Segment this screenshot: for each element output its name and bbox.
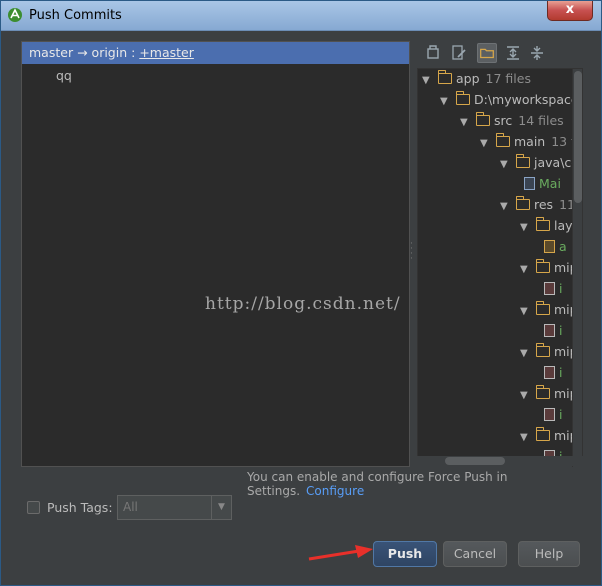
cancel-button[interactable]: Cancel: [443, 541, 507, 567]
folder-icon: [455, 91, 470, 105]
push-tags-label: Push Tags:: [47, 500, 113, 515]
folder-icon: [515, 154, 530, 168]
tree-folder-row[interactable]: ▼ D:\myworkspace\: [440, 91, 583, 112]
tags-combo-value: All: [123, 500, 138, 514]
push-commits-dialog: Push Commits x master → origin : +master…: [0, 0, 602, 586]
folder-icon: [535, 343, 550, 357]
tree-item-label: Mai: [539, 176, 561, 191]
hint-text: You can enable and configure Force Push …: [247, 470, 508, 498]
dialog-content: master → origin : +master qq · · · · ▼ a…: [7, 32, 596, 580]
expand-arrow-icon[interactable]: ▼: [422, 75, 438, 86]
image-file-icon: [544, 366, 555, 379]
folder-icon: [495, 133, 510, 147]
folder-icon: [535, 385, 550, 399]
android-studio-icon: [8, 8, 22, 22]
image-file-icon: [544, 324, 555, 337]
expand-arrow-icon[interactable]: ▼: [500, 159, 516, 170]
branch-arrow: →: [77, 45, 88, 60]
tree-item-label: i: [559, 407, 563, 422]
tree-item-label: res: [534, 197, 554, 212]
splitter-handle[interactable]: · · · ·: [410, 240, 416, 264]
expand-arrow-icon[interactable]: ▼: [520, 264, 536, 275]
tree-item-label: i: [559, 323, 563, 338]
tree-item-label: main: [514, 134, 546, 149]
folder-icon: [535, 427, 550, 441]
tree-file-row[interactable]: Mai: [524, 176, 561, 196]
xml-file-icon: [544, 240, 555, 253]
scroll-thumb[interactable]: [574, 71, 582, 203]
collapse-all-icon[interactable]: [527, 43, 547, 63]
expand-arrow-icon[interactable]: ▼: [480, 138, 496, 149]
force-push-hint: You can enable and configure Force Push …: [247, 470, 596, 498]
tree-folder-row[interactable]: ▼ res 11: [500, 196, 575, 217]
expand-all-icon[interactable]: [503, 43, 523, 63]
expand-arrow-icon[interactable]: ▼: [520, 432, 536, 443]
tree-toolbar: [419, 41, 584, 65]
image-file-icon: [544, 282, 555, 295]
tree-item-count: 17 files: [485, 71, 531, 86]
remote-name: origin :: [91, 45, 136, 60]
folder-icon: [475, 112, 490, 126]
expand-arrow-icon[interactable]: ▼: [520, 348, 536, 359]
tree-item-label: i: [559, 281, 563, 296]
tree-item-label: D:\myworkspace\: [474, 92, 583, 107]
tree-folder-row[interactable]: ▼ java\co: [500, 154, 579, 175]
changed-files-tree[interactable]: ▼ app 17 files ▼ D:\myworkspace\ ▼ src 14 files…: [417, 68, 583, 466]
expand-arrow-icon[interactable]: ▼: [520, 390, 536, 401]
help-button[interactable]: Help: [518, 541, 580, 567]
folder-icon: [437, 70, 452, 84]
tree-file-row[interactable]: i: [544, 323, 562, 343]
push-tags-checkbox[interactable]: [27, 501, 40, 514]
tree-vertical-scrollbar[interactable]: [572, 69, 582, 467]
push-button[interactable]: Push: [373, 541, 437, 567]
folder-icon: [535, 301, 550, 315]
watermark-text: http://blog.csdn.net/: [205, 294, 401, 314]
branch-row[interactable]: master → origin : +master: [22, 42, 409, 64]
red-arrow-annotation: [308, 545, 373, 561]
group-by-module-icon[interactable]: [423, 43, 443, 63]
configure-link[interactable]: Configure: [306, 484, 364, 498]
folder-icon: [535, 259, 550, 273]
tree-item-label: src: [494, 113, 513, 128]
close-button[interactable]: x: [547, 1, 593, 21]
tree-file-row[interactable]: i: [544, 365, 562, 385]
scroll-thumb[interactable]: [445, 457, 505, 465]
commits-panel[interactable]: master → origin : +master qq: [21, 41, 410, 467]
java-file-icon: [524, 177, 535, 190]
title-bar[interactable]: Push Commits x: [1, 1, 601, 31]
chevron-down-icon[interactable]: ▼: [211, 496, 231, 519]
tree-item-label: app: [456, 71, 480, 86]
tree-file-row[interactable]: i: [544, 281, 562, 301]
tree-file-row[interactable]: a: [544, 239, 567, 259]
tree-item-label: i: [559, 365, 563, 380]
edit-source-icon[interactable]: [449, 43, 469, 63]
tree-item-count: 14 files: [518, 113, 564, 128]
expand-arrow-icon[interactable]: ▼: [440, 96, 456, 107]
image-file-icon: [544, 408, 555, 421]
expand-arrow-icon[interactable]: ▼: [500, 201, 516, 212]
folder-icon: [515, 196, 530, 210]
expand-arrow-icon[interactable]: ▼: [520, 222, 536, 233]
tree-folder-row[interactable]: ▼ app 17 files: [422, 70, 531, 91]
folder-icon: [535, 217, 550, 231]
tree-folder-row[interactable]: ▼ main 13 fil: [480, 133, 582, 154]
tree-horizontal-scrollbar[interactable]: [417, 456, 583, 466]
group-by-directory-icon[interactable]: [477, 43, 497, 63]
tree-file-row[interactable]: i: [544, 407, 562, 427]
expand-arrow-icon[interactable]: ▼: [460, 117, 476, 128]
commit-message[interactable]: qq: [56, 68, 72, 83]
tree-item-label: a: [559, 239, 567, 254]
target-branch-link[interactable]: +master: [139, 45, 194, 60]
local-branch: master: [29, 45, 74, 60]
tree-folder-row[interactable]: ▼ src 14 files: [460, 112, 564, 133]
window-title: Push Commits: [29, 8, 122, 23]
tags-combo[interactable]: All ▼: [117, 495, 232, 520]
expand-arrow-icon[interactable]: ▼: [520, 306, 536, 317]
